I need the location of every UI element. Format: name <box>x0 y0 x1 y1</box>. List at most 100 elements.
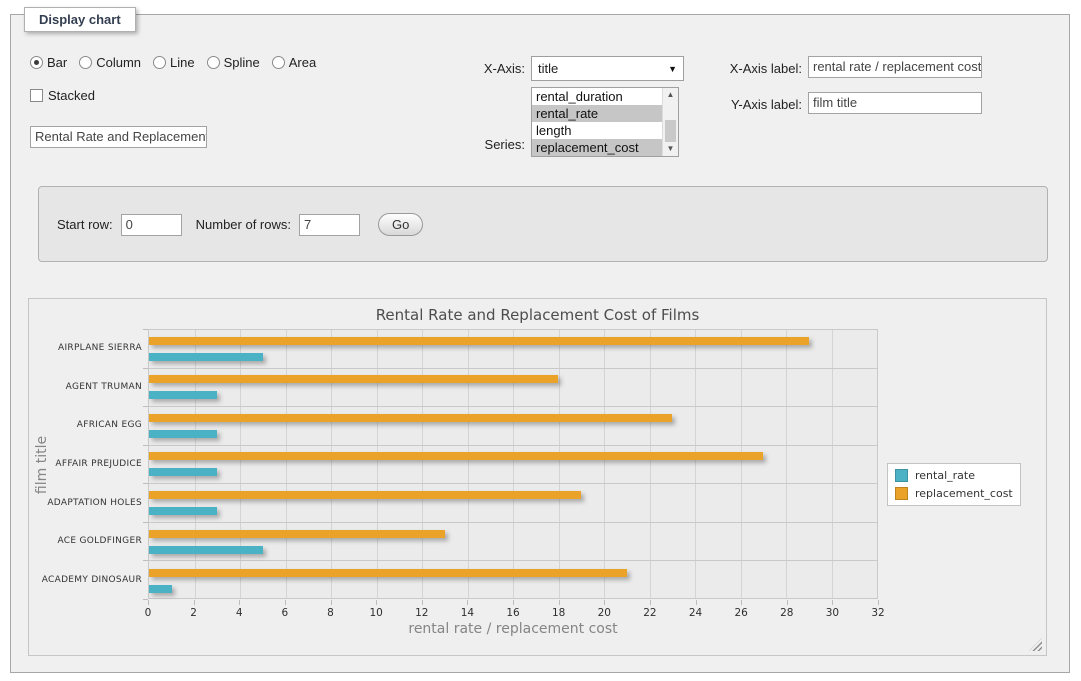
chart-type-radio-bar[interactable]: Bar <box>30 55 67 70</box>
x-axis-select-label: X-Axis: <box>430 61 525 76</box>
series-option-replacement_cost[interactable]: replacement_cost <box>532 139 662 156</box>
series-option-length[interactable]: length <box>532 122 662 139</box>
x-tick-label: 6 <box>282 607 289 619</box>
x-tick-label: 0 <box>145 607 152 619</box>
stacked-checkbox[interactable] <box>30 89 43 102</box>
listbox-scrollbar[interactable]: ▲ ▼ <box>662 88 678 156</box>
category-band <box>149 407 877 446</box>
x-tick-label: 26 <box>734 607 747 619</box>
chart-type-radio-area[interactable]: Area <box>272 55 316 70</box>
chart-title: Rental Rate and Replacement Cost of Film… <box>29 306 1046 324</box>
x-tick-label: 20 <box>598 607 611 619</box>
x-tick-label: 30 <box>826 607 839 619</box>
scroll-down-icon[interactable]: ▼ <box>663 142 678 156</box>
row-controls-panel: Start row: 0 Number of rows: 7 Go <box>38 186 1048 262</box>
replacement_cost-bar <box>149 375 558 383</box>
radio-icon[interactable] <box>207 56 220 69</box>
legend-swatch-icon <box>895 469 908 482</box>
x-tick-label: 28 <box>780 607 793 619</box>
replacement_cost-bar <box>149 452 763 460</box>
category-label: ACADEMY DINOSAUR <box>35 575 142 585</box>
series-option-rental_rate[interactable]: rental_rate <box>532 105 662 122</box>
rental_rate-bar <box>149 468 217 476</box>
radio-icon[interactable] <box>30 56 43 69</box>
x-tick-mark <box>467 600 468 605</box>
y-tick-mark <box>143 560 148 561</box>
rental_rate-bar <box>149 353 263 361</box>
category-label: ADAPTATION HOLES <box>35 498 142 508</box>
legend-label: rental_rate <box>915 469 975 482</box>
series-listbox[interactable]: rental_durationrental_ratelengthreplacem… <box>531 87 679 157</box>
radio-label: Bar <box>47 55 67 70</box>
x-axis-select[interactable]: title ▼ <box>531 56 684 81</box>
y-tick-mark <box>143 599 148 600</box>
x-tick-label: 18 <box>552 607 565 619</box>
radio-icon[interactable] <box>79 56 92 69</box>
rental_rate-bar <box>149 585 172 593</box>
stacked-checkbox-row[interactable]: Stacked <box>30 88 95 103</box>
x-axis-label-input[interactable]: rental rate / replacement cost <box>808 56 982 78</box>
chart-legend: rental_ratereplacement_cost <box>887 463 1021 506</box>
rental_rate-bar <box>149 391 217 399</box>
radio-icon[interactable] <box>272 56 285 69</box>
category-band <box>149 561 877 600</box>
x-tick-label: 8 <box>327 607 334 619</box>
plot-area <box>148 329 878 599</box>
x-tick-label: 10 <box>369 607 382 619</box>
chart-title-input[interactable]: Rental Rate and Replacement Cost of Film… <box>30 126 207 148</box>
category-label: AFFAIR PREJUDICE <box>35 459 142 469</box>
x-tick-mark <box>239 600 240 605</box>
y-tick-mark <box>143 329 148 330</box>
scrollbar-thumb[interactable] <box>665 120 676 142</box>
chart-type-radio-column[interactable]: Column <box>79 55 141 70</box>
category-label: AFRICAN EGG <box>35 420 142 430</box>
scrollbar-track[interactable] <box>663 102 678 142</box>
x-tick-mark <box>513 600 514 605</box>
x-tick-mark <box>285 600 286 605</box>
legend-swatch-icon <box>895 487 908 500</box>
x-tick-mark <box>650 600 651 605</box>
x-axis-label-caption: X-Axis label: <box>714 61 802 76</box>
x-tick-mark <box>194 600 195 605</box>
replacement_cost-bar <box>149 569 627 577</box>
category-band <box>149 369 877 408</box>
radio-icon[interactable] <box>153 56 166 69</box>
replacement_cost-bar <box>149 491 581 499</box>
replacement_cost-bar <box>149 337 809 345</box>
y-tick-mark <box>143 483 148 484</box>
num-rows-label: Number of rows: <box>196 217 291 232</box>
x-tick-mark <box>422 600 423 605</box>
x-tick-label: 16 <box>506 607 519 619</box>
start-row-label: Start row: <box>57 217 113 232</box>
x-tick-label: 22 <box>643 607 656 619</box>
series-option-rental_duration[interactable]: rental_duration <box>532 88 662 105</box>
x-tick-label: 4 <box>236 607 243 619</box>
radio-label: Spline <box>224 55 260 70</box>
rental_rate-bar <box>149 507 217 515</box>
category-label: AGENT TRUMAN <box>35 382 142 392</box>
chart-container: Rental Rate and Replacement Cost of Film… <box>28 298 1047 656</box>
chevron-down-icon: ▼ <box>668 64 677 74</box>
x-tick-label: 12 <box>415 607 428 619</box>
fieldset-legend: Display chart <box>24 7 136 32</box>
chart-x-axis-title: rental rate / replacement cost <box>148 621 878 637</box>
go-button[interactable]: Go <box>378 213 423 236</box>
x-axis-selected-value: title <box>538 61 558 76</box>
start-row-input[interactable]: 0 <box>121 214 182 236</box>
category-axis: AIRPLANE SIERRAAGENT TRUMANAFRICAN EGGAF… <box>35 329 142 599</box>
x-tick-mark <box>878 600 879 605</box>
x-tick-label: 14 <box>461 607 474 619</box>
y-tick-mark <box>143 445 148 446</box>
y-tick-mark <box>143 368 148 369</box>
y-axis-label-input[interactable]: film title <box>808 92 982 114</box>
y-tick-mark <box>143 522 148 523</box>
resize-grip-icon[interactable] <box>1029 638 1042 651</box>
chart-type-radio-line[interactable]: Line <box>153 55 195 70</box>
num-rows-input[interactable]: 7 <box>299 214 360 236</box>
chart-type-radio-spline[interactable]: Spline <box>207 55 260 70</box>
replacement_cost-bar <box>149 414 672 422</box>
x-tick-label: 24 <box>689 607 702 619</box>
scroll-up-icon[interactable]: ▲ <box>663 88 678 102</box>
y-tick-mark <box>143 406 148 407</box>
x-tick-mark <box>148 600 149 605</box>
